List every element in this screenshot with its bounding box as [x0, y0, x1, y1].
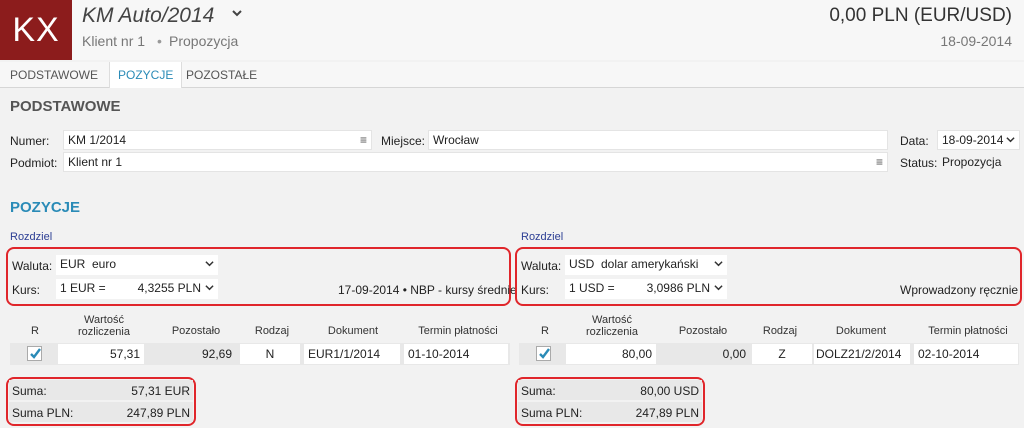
- waluta-label: Waluta:: [521, 259, 562, 273]
- miejsce-label: Miejsce:: [381, 134, 426, 148]
- chevron-down-icon[interactable]: [714, 279, 723, 297]
- col-remaining: Pozostało: [678, 325, 728, 337]
- row-checkbox[interactable]: [27, 346, 42, 361]
- tab-pozostale[interactable]: POZOSTAŁE: [178, 62, 265, 88]
- data-value: 18-09-2014: [942, 133, 1004, 147]
- row-checkbox[interactable]: [536, 346, 551, 361]
- status-label: Status:: [900, 156, 938, 170]
- menu-icon[interactable]: ≡: [360, 131, 367, 149]
- row-due: 02-10-2014: [914, 344, 1018, 364]
- col-document: Dokument: [835, 325, 887, 337]
- chevron-down-icon[interactable]: [1006, 131, 1015, 149]
- rate-select[interactable]: 1 USD = 3,0986 PLN: [565, 279, 727, 299]
- data-label: Data:: [900, 134, 929, 148]
- tab-bar: PODSTAWOWE POZYCJE POZOSTAŁE: [0, 62, 1024, 88]
- tab-pozycje[interactable]: POZYCJE: [109, 62, 183, 88]
- col-type: Rodzaj: [762, 325, 798, 337]
- numer-value: KM 1/2014: [68, 133, 127, 147]
- row-remaining: 92,69: [201, 347, 232, 361]
- col-document: Dokument: [327, 325, 379, 337]
- header-client: Klient nr 1: [82, 33, 146, 49]
- check-icon: [539, 348, 550, 359]
- rate-info: 17-09-2014 • NBP - kursy średnie: [338, 283, 517, 297]
- suma-label: Suma:: [12, 384, 47, 398]
- currency-code: USD: [569, 257, 595, 271]
- rate-right: 3,0986 PLN: [646, 281, 710, 295]
- chevron-down-icon[interactable]: [205, 255, 214, 273]
- tab-podstawowe[interactable]: PODSTAWOWE: [2, 62, 106, 88]
- rate-right: 4,3255 PLN: [137, 281, 201, 295]
- row-due: 01-10-2014: [404, 344, 508, 364]
- chevron-down-icon[interactable]: [231, 6, 243, 23]
- col-type: Rodzaj: [254, 325, 290, 337]
- miejsce-value: Wrocław: [433, 133, 479, 147]
- miejsce-field[interactable]: Wrocław: [428, 130, 888, 150]
- waluta-label: Waluta:: [12, 259, 53, 273]
- section-title-basic: PODSTAWOWE: [10, 98, 121, 115]
- col-value: Wartość rozliczenia: [586, 314, 638, 338]
- numer-field[interactable]: KM 1/2014 ≡: [63, 130, 372, 150]
- numer-label: Numer:: [10, 134, 50, 148]
- podmiot-value: Klient nr 1: [68, 155, 123, 169]
- chevron-down-icon[interactable]: [205, 279, 214, 297]
- rozdziel-link[interactable]: Rozdziel: [10, 231, 52, 243]
- row-type: N: [240, 344, 300, 364]
- kurs-label: Kurs:: [12, 283, 41, 297]
- app-logo: KX: [0, 0, 72, 60]
- rate-select[interactable]: 1 EUR = 4,3255 PLN: [56, 279, 218, 299]
- kurs-label: Kurs:: [521, 283, 550, 297]
- currency-name: euro: [92, 257, 117, 271]
- col-remaining: Pozostało: [171, 325, 221, 337]
- status-value: Propozycja: [942, 155, 1002, 169]
- row-document[interactable]: EUR1/1/2014: [304, 344, 400, 364]
- chevron-down-icon[interactable]: [714, 255, 723, 273]
- document-title[interactable]: KM Auto/2014: [82, 4, 214, 28]
- row-type: Z: [752, 344, 812, 364]
- rate-left: 1 EUR =: [60, 281, 106, 295]
- row-remaining: 0,00: [722, 347, 746, 361]
- app-header: KX KM Auto/2014 Klient nr 1 • Propozycja…: [0, 0, 1024, 60]
- currency-code: EUR: [60, 257, 86, 271]
- currency-name: dolar amerykański: [601, 257, 699, 271]
- row-value[interactable]: 80,00: [566, 344, 656, 364]
- data-field[interactable]: 18-09-2014: [937, 130, 1020, 150]
- currency-select[interactable]: EUR euro: [56, 255, 218, 275]
- status-field: Propozycja: [937, 152, 1020, 172]
- section-title-positions: POZYCJE: [10, 199, 81, 216]
- suma-pln-label: Suma PLN:: [521, 406, 583, 420]
- suma-pln-value: 247,89 PLN: [635, 406, 699, 420]
- col-value: Wartość rozliczenia: [78, 314, 130, 338]
- row-document[interactable]: DOLZ21/2/2014: [814, 344, 910, 364]
- header-separator: •: [157, 33, 162, 49]
- podmiot-label: Podmiot:: [10, 156, 58, 170]
- currency-select[interactable]: USD dolar amerykański: [565, 255, 727, 275]
- rate-left: 1 USD =: [569, 281, 615, 295]
- col-r: R: [31, 325, 39, 337]
- suma-label: Suma:: [521, 384, 556, 398]
- suma-value: 80,00 USD: [640, 384, 699, 398]
- rozdziel-link[interactable]: Rozdziel: [521, 231, 563, 243]
- menu-icon[interactable]: ≡: [876, 153, 883, 171]
- header-status: Propozycja: [169, 33, 239, 49]
- suma-pln-label: Suma PLN:: [12, 406, 74, 420]
- header-amount: 0,00 PLN (EUR/USD): [829, 5, 1012, 26]
- podmiot-field[interactable]: Klient nr 1 ≡: [63, 152, 888, 172]
- col-due: Termin płatności: [928, 325, 1008, 337]
- suma-pln-value: 247,89 PLN: [126, 406, 190, 420]
- rate-info: Wprowadzony ręcznie: [900, 283, 1019, 297]
- header-date: 18-09-2014: [940, 33, 1012, 49]
- row-value[interactable]: 57,31: [58, 344, 144, 364]
- col-r: R: [541, 325, 549, 337]
- suma-value: 57,31 EUR: [131, 384, 190, 398]
- col-due: Termin płatności: [418, 325, 498, 337]
- check-icon: [30, 348, 41, 359]
